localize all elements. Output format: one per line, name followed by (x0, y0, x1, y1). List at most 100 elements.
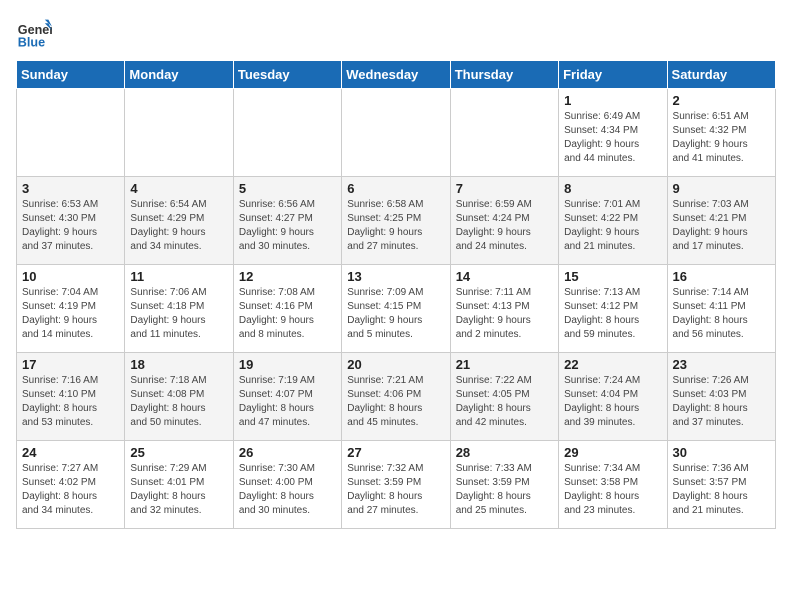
day-number: 19 (239, 357, 336, 372)
calendar-cell (17, 89, 125, 177)
day-number: 25 (130, 445, 227, 460)
day-info: Sunrise: 7:32 AM Sunset: 3:59 PM Dayligh… (347, 462, 444, 518)
week-row-5: 24 Sunrise: 7:27 AM Sunset: 4:02 PM Dayli… (17, 441, 776, 529)
calendar-cell: 7 Sunrise: 6:59 AM Sunset: 4:24 PM Daylig… (450, 177, 558, 265)
day-number: 23 (673, 357, 770, 372)
day-info: Sunrise: 7:11 AM Sunset: 4:13 PM Dayligh… (456, 286, 553, 342)
day-info: Sunrise: 6:49 AM Sunset: 4:34 PM Dayligh… (564, 110, 661, 166)
calendar-cell: 17 Sunrise: 7:16 AM Sunset: 4:10 PM Dayli… (17, 353, 125, 441)
calendar-cell: 18 Sunrise: 7:18 AM Sunset: 4:08 PM Dayli… (125, 353, 233, 441)
day-number: 6 (347, 181, 444, 196)
day-number: 14 (456, 269, 553, 284)
weekday-header-friday: Friday (559, 61, 667, 89)
day-number: 12 (239, 269, 336, 284)
calendar-cell: 5 Sunrise: 6:56 AM Sunset: 4:27 PM Daylig… (233, 177, 341, 265)
day-number: 20 (347, 357, 444, 372)
calendar-cell: 28Sunrise: 7:33 AM Sunset: 3:59 PM Dayli… (450, 441, 558, 529)
day-info: Sunrise: 7:24 AM Sunset: 4:04 PM Dayligh… (564, 374, 661, 430)
day-number: 24 (22, 445, 119, 460)
svg-text:Blue: Blue (18, 36, 45, 50)
day-info: Sunrise: 7:18 AM Sunset: 4:08 PM Dayligh… (130, 374, 227, 430)
calendar-cell (233, 89, 341, 177)
weekday-header-wednesday: Wednesday (342, 61, 450, 89)
logo: General Blue (16, 16, 56, 52)
calendar-cell: 4Sunrise: 6:54 AM Sunset: 4:29 PM Daylig… (125, 177, 233, 265)
calendar-cell: 29 Sunrise: 7:34 AM Sunset: 3:58 PM Dayli… (559, 441, 667, 529)
day-info: Sunrise: 7:16 AM Sunset: 4:10 PM Dayligh… (22, 374, 119, 430)
calendar-cell: 27Sunrise: 7:32 AM Sunset: 3:59 PM Dayli… (342, 441, 450, 529)
day-number: 15 (564, 269, 661, 284)
day-info: Sunrise: 7:19 AM Sunset: 4:07 PM Dayligh… (239, 374, 336, 430)
day-info: Sunrise: 7:26 AM Sunset: 4:03 PM Dayligh… (673, 374, 770, 430)
calendar-cell: 6 Sunrise: 6:58 AM Sunset: 4:25 PM Daylig… (342, 177, 450, 265)
day-info: Sunrise: 6:51 AM Sunset: 4:32 PM Dayligh… (673, 110, 770, 166)
calendar-cell: 10Sunrise: 7:04 AM Sunset: 4:19 PM Dayli… (17, 265, 125, 353)
day-info: Sunrise: 7:22 AM Sunset: 4:05 PM Dayligh… (456, 374, 553, 430)
day-info: Sunrise: 7:13 AM Sunset: 4:12 PM Dayligh… (564, 286, 661, 342)
day-number: 3 (22, 181, 119, 196)
day-number: 11 (130, 269, 227, 284)
calendar-cell: 9 Sunrise: 7:03 AM Sunset: 4:21 PM Daylig… (667, 177, 775, 265)
day-number: 2 (673, 93, 770, 108)
calendar-cell: 20 Sunrise: 7:21 AM Sunset: 4:06 PM Dayli… (342, 353, 450, 441)
calendar-cell: 3 Sunrise: 6:53 AM Sunset: 4:30 PM Daylig… (17, 177, 125, 265)
day-number: 21 (456, 357, 553, 372)
week-row-3: 10Sunrise: 7:04 AM Sunset: 4:19 PM Dayli… (17, 265, 776, 353)
day-number: 1 (564, 93, 661, 108)
week-row-4: 17 Sunrise: 7:16 AM Sunset: 4:10 PM Dayli… (17, 353, 776, 441)
day-number: 18 (130, 357, 227, 372)
day-number: 7 (456, 181, 553, 196)
calendar-cell (125, 89, 233, 177)
day-info: Sunrise: 7:29 AM Sunset: 4:01 PM Dayligh… (130, 462, 227, 518)
day-number: 10 (22, 269, 119, 284)
day-info: Sunrise: 7:34 AM Sunset: 3:58 PM Dayligh… (564, 462, 661, 518)
calendar-cell (450, 89, 558, 177)
day-number: 9 (673, 181, 770, 196)
day-info: Sunrise: 7:36 AM Sunset: 3:57 PM Dayligh… (673, 462, 770, 518)
day-info: Sunrise: 6:54 AM Sunset: 4:29 PM Dayligh… (130, 198, 227, 254)
weekday-header-tuesday: Tuesday (233, 61, 341, 89)
day-number: 30 (673, 445, 770, 460)
day-number: 26 (239, 445, 336, 460)
day-number: 28 (456, 445, 553, 460)
day-number: 13 (347, 269, 444, 284)
day-info: Sunrise: 7:14 AM Sunset: 4:11 PM Dayligh… (673, 286, 770, 342)
calendar-cell: 25 Sunrise: 7:29 AM Sunset: 4:01 PM Dayli… (125, 441, 233, 529)
calendar-cell: 23 Sunrise: 7:26 AM Sunset: 4:03 PM Dayli… (667, 353, 775, 441)
calendar-cell: 24 Sunrise: 7:27 AM Sunset: 4:02 PM Dayli… (17, 441, 125, 529)
week-row-2: 3 Sunrise: 6:53 AM Sunset: 4:30 PM Daylig… (17, 177, 776, 265)
weekday-header-thursday: Thursday (450, 61, 558, 89)
calendar-cell: 12 Sunrise: 7:08 AM Sunset: 4:16 PM Dayli… (233, 265, 341, 353)
day-info: Sunrise: 7:01 AM Sunset: 4:22 PM Dayligh… (564, 198, 661, 254)
day-info: Sunrise: 6:56 AM Sunset: 4:27 PM Dayligh… (239, 198, 336, 254)
logo-icon: General Blue (16, 16, 52, 52)
calendar-cell (342, 89, 450, 177)
page-header: General Blue (16, 16, 776, 52)
calendar-cell: 30 Sunrise: 7:36 AM Sunset: 3:57 PM Dayli… (667, 441, 775, 529)
weekday-header-row: SundayMondayTuesdayWednesdayThursdayFrid… (17, 61, 776, 89)
day-info: Sunrise: 7:30 AM Sunset: 4:00 PM Dayligh… (239, 462, 336, 518)
calendar-cell: 1 Sunrise: 6:49 AM Sunset: 4:34 PM Daylig… (559, 89, 667, 177)
weekday-header-sunday: Sunday (17, 61, 125, 89)
day-number: 5 (239, 181, 336, 196)
day-number: 17 (22, 357, 119, 372)
calendar-cell: 22 Sunrise: 7:24 AM Sunset: 4:04 PM Dayli… (559, 353, 667, 441)
calendar-cell: 19 Sunrise: 7:19 AM Sunset: 4:07 PM Dayli… (233, 353, 341, 441)
day-number: 22 (564, 357, 661, 372)
weekday-header-saturday: Saturday (667, 61, 775, 89)
day-info: Sunrise: 6:58 AM Sunset: 4:25 PM Dayligh… (347, 198, 444, 254)
day-info: Sunrise: 7:06 AM Sunset: 4:18 PM Dayligh… (130, 286, 227, 342)
calendar-cell: 13Sunrise: 7:09 AM Sunset: 4:15 PM Dayli… (342, 265, 450, 353)
day-info: Sunrise: 7:21 AM Sunset: 4:06 PM Dayligh… (347, 374, 444, 430)
calendar-cell: 26 Sunrise: 7:30 AM Sunset: 4:00 PM Dayli… (233, 441, 341, 529)
day-info: Sunrise: 6:59 AM Sunset: 4:24 PM Dayligh… (456, 198, 553, 254)
day-info: Sunrise: 7:27 AM Sunset: 4:02 PM Dayligh… (22, 462, 119, 518)
day-number: 29 (564, 445, 661, 460)
calendar-cell: 11 Sunrise: 7:06 AM Sunset: 4:18 PM Dayli… (125, 265, 233, 353)
day-info: Sunrise: 6:53 AM Sunset: 4:30 PM Dayligh… (22, 198, 119, 254)
weekday-header-monday: Monday (125, 61, 233, 89)
day-info: Sunrise: 7:08 AM Sunset: 4:16 PM Dayligh… (239, 286, 336, 342)
calendar-cell: 15 Sunrise: 7:13 AM Sunset: 4:12 PM Dayli… (559, 265, 667, 353)
day-info: Sunrise: 7:03 AM Sunset: 4:21 PM Dayligh… (673, 198, 770, 254)
day-number: 8 (564, 181, 661, 196)
